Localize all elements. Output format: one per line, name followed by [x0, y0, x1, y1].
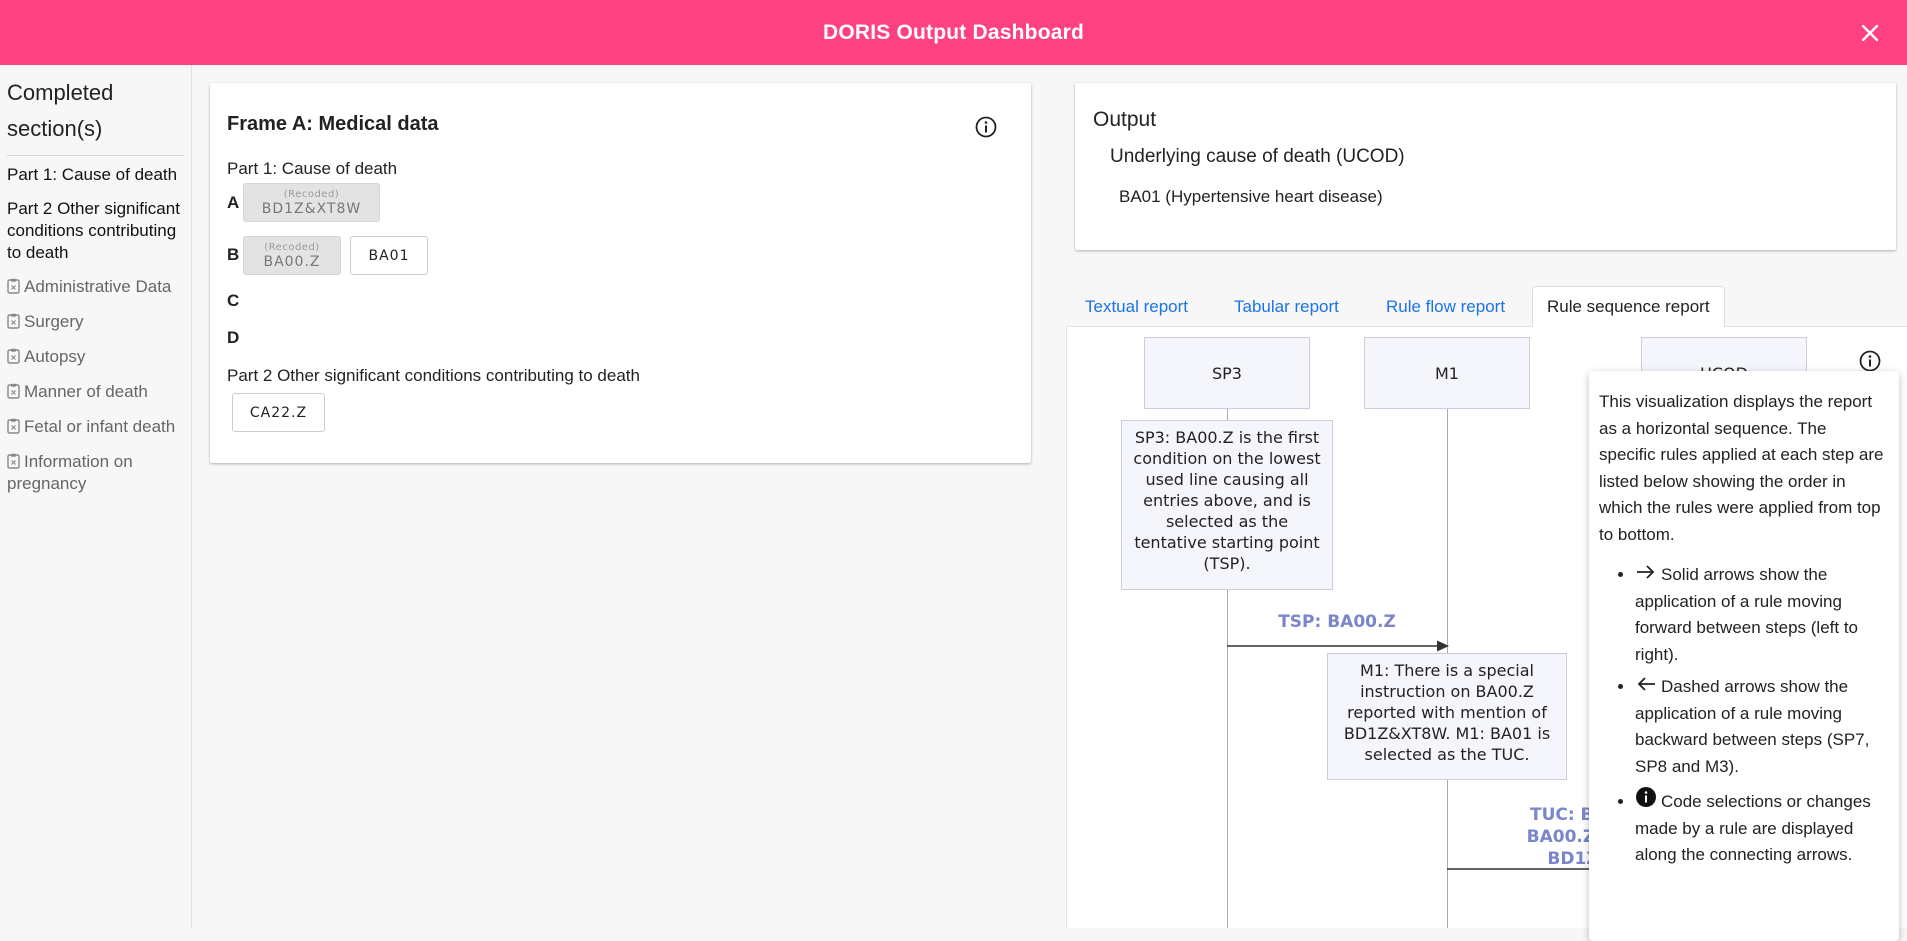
row-letter-c: C — [227, 291, 240, 310]
part1-label: Part 1: Cause of death — [227, 159, 398, 178]
clipboard-icon — [7, 278, 20, 294]
recoded-label: (Recoded) — [283, 188, 340, 200]
row-letter-b: B — [227, 245, 240, 264]
info-filled-icon — [1636, 787, 1656, 807]
code-value: BA01 — [368, 247, 410, 264]
frame-info-button[interactable] — [974, 115, 998, 144]
tooltip-item-text: Code selections or changes made by a rul… — [1635, 792, 1871, 864]
close-button[interactable] — [1855, 18, 1885, 48]
sidebar-item-part1[interactable]: Part 1: Cause of death — [7, 164, 184, 186]
clipboard-icon — [7, 313, 20, 329]
diagram-info-tooltip: This visualization displays the report a… — [1589, 371, 1899, 941]
output-card: Output Underlying cause of death (UCOD) … — [1075, 83, 1896, 250]
rule-note-m1: M1: There is a special instruction on BA… — [1327, 653, 1567, 780]
clipboard-icon — [7, 418, 20, 434]
sidebar-item-surgery[interactable]: Surgery — [7, 311, 184, 333]
sidebar-item-manner-of-death[interactable]: Manner of death — [7, 381, 184, 403]
sidebar-heading: Completed section(s) — [7, 75, 184, 156]
info-icon — [975, 116, 997, 138]
sidebar-item-fetal-infant-death[interactable]: Fetal or infant death — [7, 416, 184, 438]
close-icon — [1861, 24, 1879, 42]
arrow-label-tsp: TSP: BA00.Z — [1278, 612, 1396, 632]
row-letter-a: A — [227, 193, 240, 212]
sidebar-item-administrative-data[interactable]: Administrative Data — [7, 276, 184, 298]
arrow-left-icon — [1637, 677, 1655, 691]
tab-tabular-report[interactable]: Tabular report — [1220, 286, 1353, 328]
tab-rule-flow-report[interactable]: Rule flow report — [1372, 286, 1519, 328]
code-value: BD1Z&XT8W — [261, 200, 362, 217]
code-chip[interactable]: BA01 — [350, 236, 428, 275]
lane-box-m1: M1 — [1364, 337, 1530, 409]
lane-box-sp3: SP3 — [1144, 337, 1310, 409]
frame-title: Frame A: Medical data — [227, 113, 439, 135]
code-chip-recoded[interactable]: (Recoded) BA00.Z — [243, 236, 341, 275]
tooltip-item: Code selections or changes made by a rul… — [1635, 786, 1887, 869]
part2-label: Part 2 Other significant conditions cont… — [227, 366, 640, 385]
sidebar-item-autopsy[interactable]: Autopsy — [7, 346, 184, 368]
tooltip-item-text: Solid arrows show the application of a r… — [1635, 565, 1859, 664]
code-chip-recoded[interactable]: (Recoded) BD1Z&XT8W — [243, 183, 380, 222]
rule-note-sp3: SP3: BA00.Z is the first condition on th… — [1121, 420, 1333, 590]
recoded-label: (Recoded) — [264, 241, 320, 253]
tooltip-item-text: Dashed arrows show the application of a … — [1635, 677, 1870, 776]
tab-textual-report[interactable]: Textual report — [1071, 286, 1202, 328]
ucod-value: BA01 (Hypertensive heart disease) — [1119, 187, 1383, 206]
info-icon — [1859, 350, 1881, 372]
sidebar-item-information-on-pregnancy[interactable]: Information on pregnancy — [7, 451, 184, 495]
app-header: DORIS Output Dashboard — [0, 0, 1907, 65]
arrow-right-solid — [1227, 640, 1449, 652]
sidebar: Completed section(s) Part 1: Cause of de… — [0, 65, 192, 928]
app-title: DORIS Output Dashboard — [822, 20, 1085, 44]
sidebar-item-label: Surgery — [24, 312, 84, 331]
arrow-right-icon — [1637, 565, 1655, 579]
sidebar-item-label: Autopsy — [24, 347, 86, 366]
clipboard-icon — [7, 348, 20, 364]
code-value: CA22.Z — [249, 404, 308, 421]
output-title: Output — [1093, 108, 1157, 131]
sidebar-item-label: Fetal or infant death — [24, 417, 176, 436]
row-letter-d: D — [227, 328, 240, 347]
code-value: BA00.Z — [263, 253, 321, 270]
tooltip-item: Solid arrows show the application of a r… — [1635, 562, 1887, 668]
sidebar-item-label: Manner of death — [24, 382, 148, 401]
tooltip-intro: This visualization displays the report a… — [1599, 392, 1884, 544]
sidebar-item-part2[interactable]: Part 2 Other significant conditions cont… — [7, 198, 184, 264]
code-chip[interactable]: CA22.Z — [232, 393, 325, 432]
clipboard-icon — [7, 383, 20, 399]
sidebar-item-label: Administrative Data — [24, 277, 172, 296]
frame-a-card: Frame A: Medical data Part 1: Cause of d… — [210, 83, 1031, 463]
tooltip-list: Solid arrows show the application of a r… — [1599, 562, 1887, 869]
tab-rule-sequence-report[interactable]: Rule sequence report — [1532, 286, 1725, 327]
clipboard-icon — [7, 453, 20, 469]
tooltip-item: Dashed arrows show the application of a … — [1635, 674, 1887, 780]
sidebar-item-label: Information on pregnancy — [7, 452, 133, 493]
ucod-title: Underlying cause of death (UCOD) — [1110, 146, 1405, 167]
